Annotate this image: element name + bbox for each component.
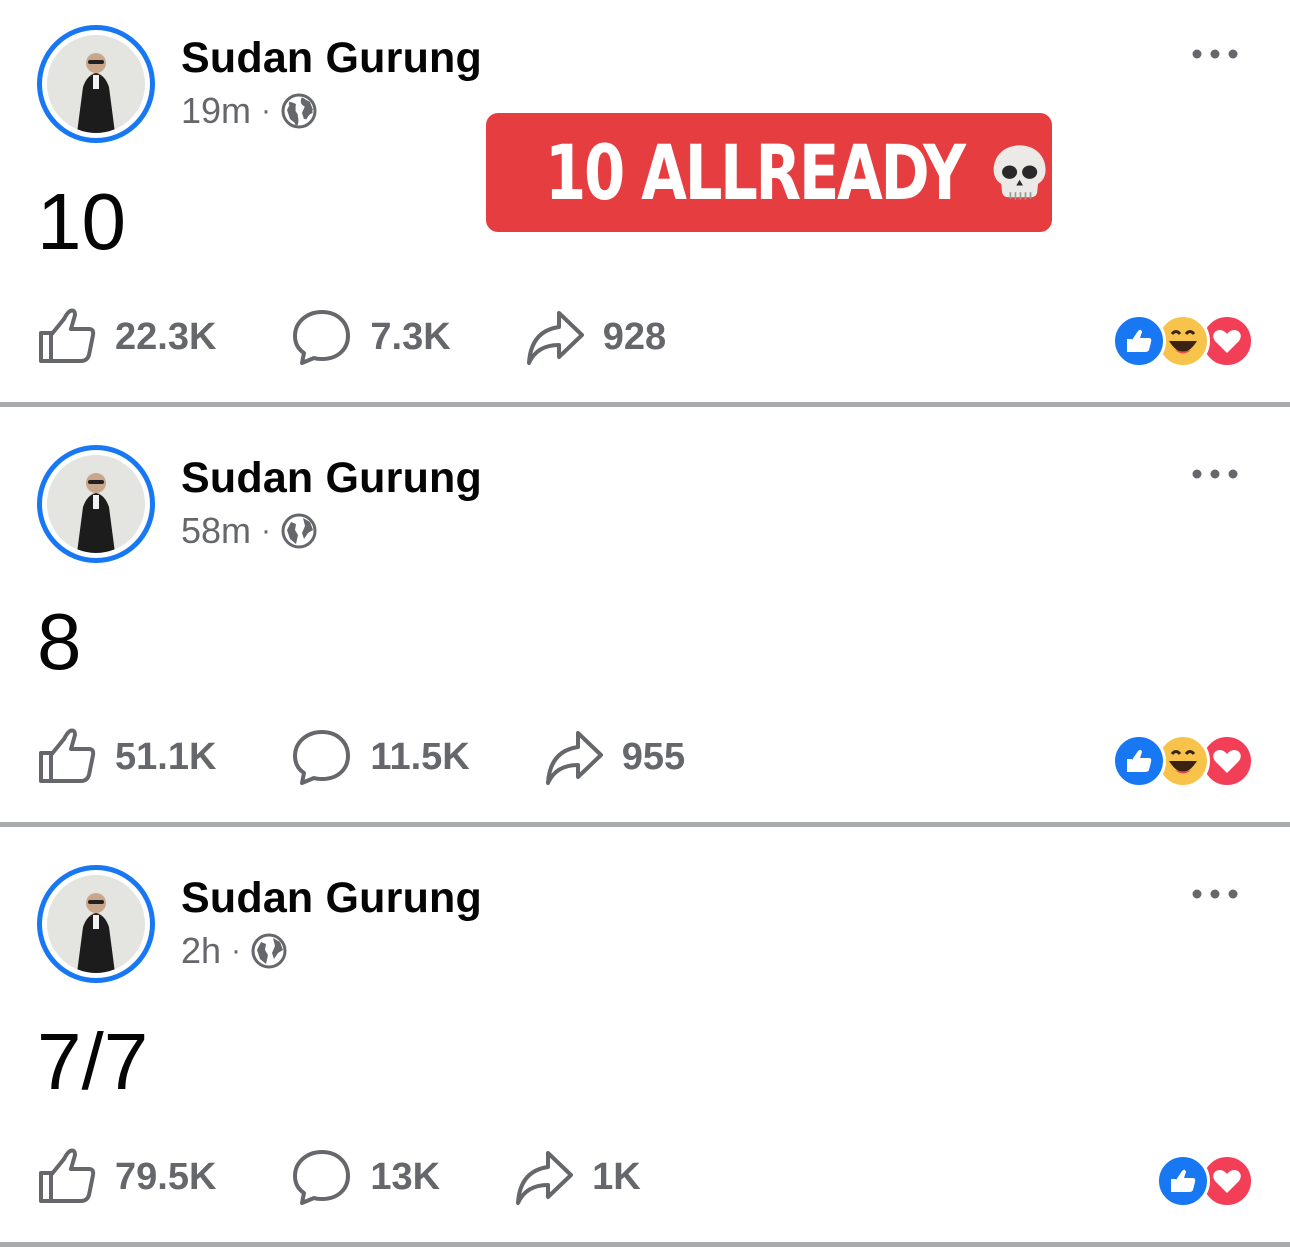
like-count: 79.5K (115, 1155, 217, 1198)
reaction-summary[interactable] (1112, 314, 1254, 368)
globe-icon (251, 933, 287, 969)
reaction-summary[interactable] (1112, 734, 1254, 788)
comment-button[interactable]: 7.3K (292, 307, 451, 367)
overlay-caption-text: 10 ALLREADY (545, 128, 966, 217)
share-count: 1K (592, 1155, 641, 1198)
post-meta: 2h · (181, 930, 287, 972)
profile-photo (47, 875, 145, 973)
post-actions: 22.3K 7.3K 928 (37, 306, 740, 368)
comment-icon (293, 310, 351, 365)
meta-separator: · (231, 934, 242, 967)
post-meta: 19m · (181, 90, 317, 132)
share-icon (516, 1151, 574, 1205)
share-button[interactable]: 1K (514, 1147, 641, 1207)
share-button[interactable]: 928 (525, 307, 666, 367)
comment-icon (293, 730, 351, 785)
post-actions: 51.1K 11.5K 955 (37, 726, 759, 788)
comment-icon (293, 1150, 351, 1205)
post-text: 8 (37, 597, 82, 686)
post-text: 10 (37, 177, 126, 266)
author-name[interactable]: Sudan Gurung (181, 874, 482, 923)
post-meta: 58m · (181, 510, 317, 552)
share-count: 928 (602, 315, 667, 358)
profile-photo (47, 455, 145, 553)
reaction-summary[interactable] (1156, 1154, 1254, 1208)
post-actions: 79.5K 13K 1K (37, 1146, 715, 1208)
share-button[interactable]: 955 (544, 727, 685, 787)
news-feed: Sudan Gurung 19m · 10 22.3K 7.3K 928 10 … (0, 0, 1290, 1254)
avatar[interactable] (37, 25, 155, 143)
comment-count: 13K (370, 1155, 441, 1198)
post-text: 7/7 (37, 1017, 149, 1106)
like-button[interactable]: 79.5K (37, 1147, 216, 1207)
avatar[interactable] (37, 865, 155, 983)
thumbs-up-icon (39, 728, 96, 783)
globe-icon (281, 513, 317, 549)
post-divider (0, 822, 1290, 827)
more-options-icon[interactable] (1190, 456, 1240, 492)
skull-emoji-icon (993, 144, 1046, 200)
like-button[interactable]: 22.3K (37, 307, 216, 367)
thumbs-up-icon (39, 1148, 96, 1203)
comment-count: 11.5K (370, 735, 470, 778)
globe-icon (281, 93, 317, 129)
thumbs-up-icon (39, 308, 96, 363)
comment-button[interactable]: 11.5K (292, 727, 470, 787)
meta-separator: · (261, 94, 272, 127)
post-divider (0, 1242, 1290, 1247)
overlay-caption-badge: 10 ALLREADY (486, 113, 1052, 232)
more-options-icon[interactable] (1190, 876, 1240, 912)
post-time[interactable]: 19m (181, 90, 251, 132)
avatar[interactable] (37, 445, 155, 563)
author-name[interactable]: Sudan Gurung (181, 34, 482, 83)
more-options-icon[interactable] (1190, 36, 1240, 72)
share-count: 955 (621, 735, 686, 778)
like-button[interactable]: 51.1K (37, 727, 216, 787)
like-count: 51.1K (115, 735, 217, 778)
like-reaction-icon (1112, 734, 1166, 788)
post-card: Sudan Gurung 58m · 8 51.1K 11.5K 955 (0, 420, 1290, 822)
comment-button[interactable]: 13K (292, 1147, 440, 1207)
post-card: Sudan Gurung 19m · 10 22.3K 7.3K 928 10 … (0, 0, 1290, 402)
post-divider (0, 402, 1290, 407)
like-reaction-icon (1112, 314, 1166, 368)
share-icon (526, 311, 584, 365)
author-name[interactable]: Sudan Gurung (181, 454, 482, 503)
comment-count: 7.3K (370, 315, 451, 358)
meta-separator: · (261, 514, 272, 547)
share-icon (545, 731, 603, 785)
post-card: Sudan Gurung 2h · 7/7 79.5K 13K 1K (0, 840, 1290, 1242)
profile-photo (47, 35, 145, 133)
like-count: 22.3K (115, 315, 217, 358)
post-time[interactable]: 2h (181, 930, 221, 972)
post-time[interactable]: 58m (181, 510, 251, 552)
like-reaction-icon (1156, 1154, 1210, 1208)
